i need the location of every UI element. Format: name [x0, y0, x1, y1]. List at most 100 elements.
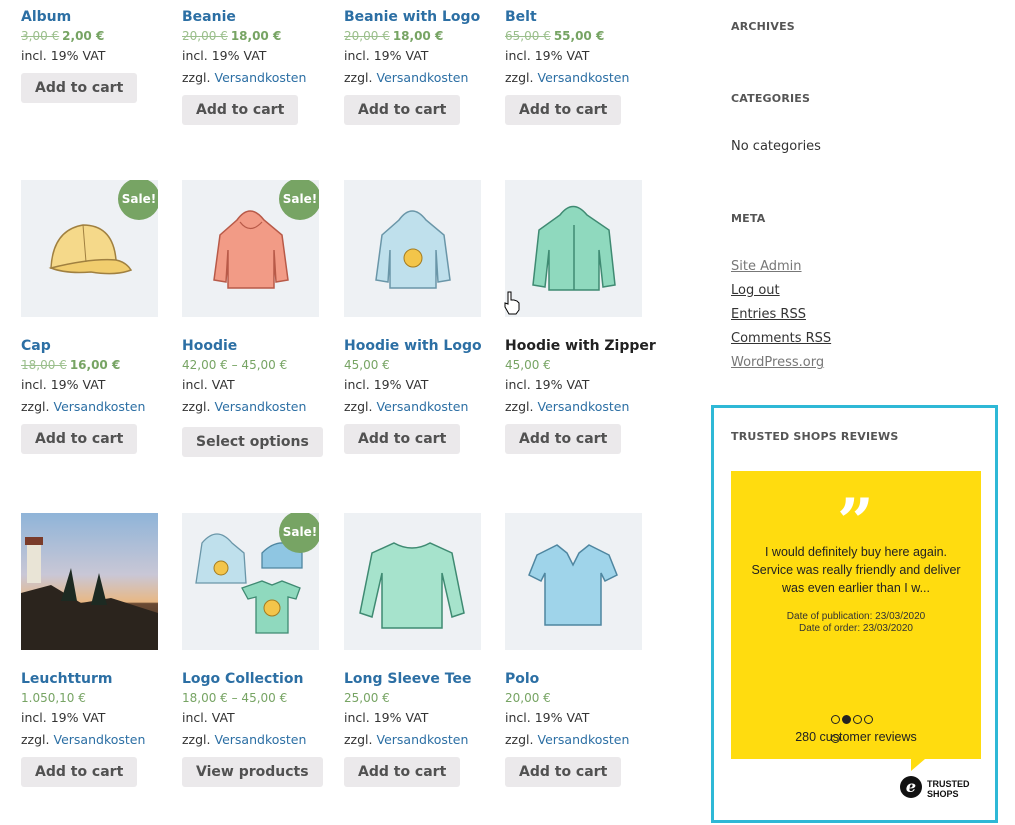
product-title[interactable]: Beanie with Logo: [344, 8, 504, 26]
archives-title: ARCHIVES: [731, 20, 795, 33]
product-price: 20,00 €: [505, 691, 551, 705]
shipping-note: zzgl. Versandkosten: [344, 732, 469, 747]
speech-tail: [911, 759, 925, 771]
shipping-link[interactable]: Versandkosten: [215, 732, 307, 747]
product-hoodie: Sale! Hoodie 42,00 € – 45,00 € incl. VAT…: [182, 180, 342, 457]
product-hoodie-with-logo: Hoodie with Logo 45,00 € incl. 19% VAT z…: [344, 180, 504, 454]
product-image[interactable]: [21, 513, 158, 650]
product-title[interactable]: Cap: [21, 337, 181, 355]
vat-note: incl. VAT: [182, 377, 235, 392]
product-price: 18,00 € – 45,00 €: [182, 691, 288, 705]
add-to-cart-button[interactable]: Add to cart: [182, 95, 299, 125]
review-card[interactable]: ” I would definitely buy here again. Ser…: [731, 471, 981, 759]
select-options-button[interactable]: Select options: [182, 427, 323, 457]
add-to-cart-button[interactable]: Add to cart: [21, 73, 138, 103]
product-hoodie-with-zipper: Hoodie with Zipper 45,00 € incl. 19% VAT…: [505, 180, 665, 454]
review-dates: Date of publication: 23/03/2020 Date of …: [746, 611, 966, 635]
shipping-link[interactable]: Versandkosten: [54, 732, 146, 747]
review-count[interactable]: 280 customer reviews: [746, 730, 966, 744]
shipping-note: zzgl. Versandkosten: [182, 399, 307, 414]
hand-cursor-icon: [504, 291, 520, 315]
site-admin-link[interactable]: Site Admin: [731, 259, 802, 274]
product-belt: Belt 65,00 €55,00 € incl. 19% VAT zzgl. …: [505, 8, 665, 125]
trusted-shops-title: TRUSTED SHOPS REVIEWS: [731, 430, 899, 443]
shipping-note: zzgl. Versandkosten: [182, 70, 307, 85]
trusted-shops-e-icon: e: [900, 776, 922, 798]
product-title[interactable]: Leuchtturm: [21, 670, 181, 688]
carousel-dot[interactable]: [853, 715, 862, 724]
vat-note: incl. 19% VAT: [505, 710, 590, 725]
vat-note: incl. 19% VAT: [21, 377, 106, 392]
product-title[interactable]: Belt: [505, 8, 665, 26]
add-to-cart-button[interactable]: Add to cart: [344, 424, 461, 454]
carousel-dot[interactable]: [864, 715, 873, 724]
entries-rss-link[interactable]: Entries RSS: [731, 307, 806, 322]
add-to-cart-button[interactable]: Add to cart: [21, 757, 138, 787]
add-to-cart-button[interactable]: Add to cart: [505, 424, 622, 454]
sale-badge: Sale!: [118, 180, 158, 220]
shipping-link[interactable]: Versandkosten: [538, 732, 630, 747]
vat-note: incl. 19% VAT: [21, 48, 106, 63]
product-image[interactable]: [505, 180, 642, 317]
product-title[interactable]: Hoodie: [182, 337, 342, 355]
vat-note: incl. 19% VAT: [344, 377, 429, 392]
vat-note: incl. VAT: [182, 710, 235, 725]
product-title[interactable]: Hoodie with Zipper: [505, 337, 665, 355]
categories-title: CATEGORIES: [731, 92, 811, 105]
product-title[interactable]: Album: [21, 8, 181, 26]
trusted-shops-wordmark: TRUSTED SHOPS: [927, 779, 970, 799]
shipping-link[interactable]: Versandkosten: [215, 399, 307, 414]
product-image[interactable]: [344, 513, 481, 650]
product-title[interactable]: Polo: [505, 670, 665, 688]
carousel-dot[interactable]: [831, 715, 840, 724]
shipping-note: zzgl. Versandkosten: [505, 399, 630, 414]
comments-rss-link[interactable]: Comments RSS: [731, 331, 831, 346]
shipping-link[interactable]: Versandkosten: [377, 732, 469, 747]
product-price: 25,00 €: [344, 691, 390, 705]
product-image[interactable]: [505, 513, 642, 650]
review-text: I would definitely buy here again. Servi…: [751, 545, 961, 595]
shipping-link[interactable]: Versandkosten: [54, 399, 146, 414]
product-price: 45,00 €: [344, 358, 390, 372]
shipping-note: zzgl. Versandkosten: [344, 399, 469, 414]
shipping-link[interactable]: Versandkosten: [538, 399, 630, 414]
log-out-link[interactable]: Log out: [731, 283, 780, 298]
add-to-cart-button[interactable]: Add to cart: [344, 95, 461, 125]
product-image[interactable]: [344, 180, 481, 317]
product-image[interactable]: Sale!: [182, 513, 319, 650]
product-beanie: Beanie 20,00 €18,00 € incl. 19% VAT zzgl…: [182, 8, 342, 125]
product-title[interactable]: Hoodie with Logo: [344, 337, 504, 355]
product-price: 3,00 €2,00 €: [21, 29, 105, 43]
vat-note: incl. 19% VAT: [505, 48, 590, 63]
product-long-sleeve-tee: Long Sleeve Tee 25,00 € incl. 19% VAT zz…: [344, 513, 504, 787]
product-price: 65,00 €55,00 €: [505, 29, 605, 43]
product-price: 1.050,10 €: [21, 691, 86, 705]
product-title[interactable]: Logo Collection: [182, 670, 342, 688]
meta-title: META: [731, 212, 766, 225]
vat-note: incl. 19% VAT: [505, 377, 590, 392]
shipping-link[interactable]: Versandkosten: [377, 399, 469, 414]
add-to-cart-button[interactable]: Add to cart: [505, 95, 622, 125]
product-image[interactable]: Sale!: [182, 180, 319, 317]
trusted-shops-widget: TRUSTED SHOPS REVIEWS ” I would definite…: [711, 405, 998, 823]
product-logo-collection: Sale! Logo Collection 18,00 € – 45,00 € …: [182, 513, 342, 787]
product-title[interactable]: Long Sleeve Tee: [344, 670, 504, 688]
wordpress-org-link[interactable]: WordPress.org: [731, 355, 824, 370]
categories-empty: No categories: [731, 139, 821, 154]
view-products-button[interactable]: View products: [182, 757, 323, 787]
product-title[interactable]: Beanie: [182, 8, 342, 26]
carousel-dot-active[interactable]: [842, 715, 851, 724]
product-image[interactable]: Sale!: [21, 180, 158, 317]
date-of-publication: Date of publication: 23/03/2020: [786, 611, 926, 622]
add-to-cart-button[interactable]: Add to cart: [344, 757, 461, 787]
add-to-cart-button[interactable]: Add to cart: [505, 757, 622, 787]
shipping-link[interactable]: Versandkosten: [377, 70, 469, 85]
product-price: 45,00 €: [505, 358, 551, 372]
shipping-link[interactable]: Versandkosten: [538, 70, 630, 85]
add-to-cart-button[interactable]: Add to cart: [21, 424, 138, 454]
date-of-order: Date of order: 23/03/2020: [799, 623, 913, 634]
shipping-note: zzgl. Versandkosten: [505, 70, 630, 85]
shipping-link[interactable]: Versandkosten: [215, 70, 307, 85]
shipping-note: zzgl. Versandkosten: [21, 399, 146, 414]
trusted-shops-logo[interactable]: e TRUSTED SHOPS: [900, 774, 980, 808]
